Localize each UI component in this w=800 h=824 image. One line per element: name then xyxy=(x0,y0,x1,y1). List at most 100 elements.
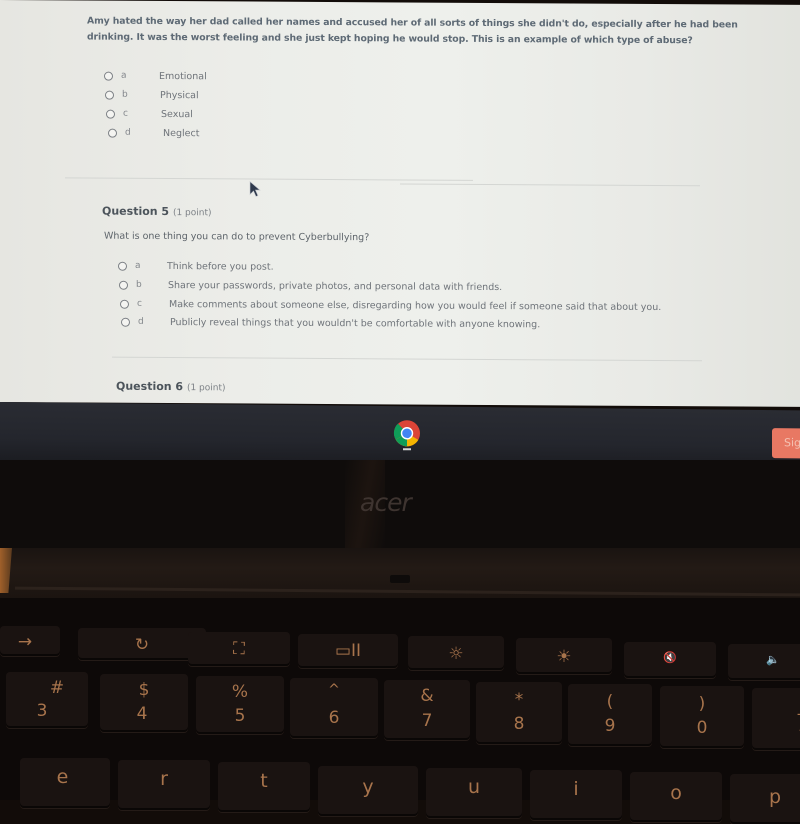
key-main-label: p xyxy=(768,786,782,808)
radio-button[interactable] xyxy=(108,128,117,138)
key-9[interactable]: ( 9 xyxy=(568,684,652,746)
option-letter: b xyxy=(122,89,128,100)
quiz-screen: Amy hated the way her dad called her nam… xyxy=(0,0,800,407)
option-label: Make comments about someone else, disreg… xyxy=(169,298,662,313)
key-main-label: e xyxy=(56,766,69,788)
key-main-label: t xyxy=(260,770,268,792)
question-divider xyxy=(112,356,702,362)
question-title: Question 5 xyxy=(102,204,170,219)
key-main-label: 9 xyxy=(604,716,616,736)
q5-option-d[interactable]: d Publicly reveal things that you wouldn… xyxy=(121,313,540,334)
question-divider xyxy=(65,177,473,181)
key-overview[interactable]: ▭II xyxy=(298,634,398,668)
key-main-label: 8 xyxy=(513,714,525,734)
option-label: Publicly reveal things that you wouldn't… xyxy=(170,316,541,330)
key-0[interactable]: ) 0 xyxy=(660,686,744,748)
radio-button[interactable] xyxy=(104,71,113,81)
sign-button[interactable]: Sig xyxy=(772,428,800,459)
brightness-down-icon: ☼ xyxy=(448,644,464,664)
q5-option-a[interactable]: a Think before you post. xyxy=(118,257,274,276)
key-forward[interactable]: → xyxy=(0,626,60,656)
question-4-text: Amy hated the way her dad called her nam… xyxy=(87,15,738,47)
option-label: Emotional xyxy=(159,70,207,82)
keyboard: → ↻ ⛶ ▭II ☼ ☀ 🔇 🔈 # 3 $ 4 % 5 ^ 6 & 7 * … xyxy=(0,598,800,824)
key-main-label: o xyxy=(670,782,682,804)
key-minus[interactable]: _ - xyxy=(752,688,800,750)
key-shift-label: ( xyxy=(606,692,614,712)
mute-icon: 🔇 xyxy=(663,651,677,664)
mouse-cursor-icon xyxy=(249,180,261,197)
key-o[interactable]: o xyxy=(630,772,722,822)
key-main-label: u xyxy=(467,776,481,798)
option-letter: c xyxy=(123,108,128,119)
q4-option-a[interactable]: a Emotional xyxy=(104,67,207,86)
option-letter: a xyxy=(135,260,141,271)
option-label: Sexual xyxy=(161,108,193,120)
question-6-heading: Question 6 (1 point) xyxy=(116,380,226,394)
radio-button[interactable] xyxy=(120,299,129,309)
key-brightness-up[interactable]: ☀ xyxy=(516,638,612,674)
key-main-label: - xyxy=(782,720,800,740)
key-main-label: i xyxy=(573,778,579,800)
key-shift-label: ^ xyxy=(328,682,340,698)
key-5[interactable]: % 5 xyxy=(196,676,284,734)
question-divider xyxy=(400,183,700,187)
key-shift-label: % xyxy=(231,682,249,702)
question-points: (1 point) xyxy=(172,208,212,219)
key-main-label: 3 xyxy=(36,701,48,721)
key-shift-label: & xyxy=(420,686,434,706)
key-main-label: 6 xyxy=(328,708,340,728)
overview-icon: ▭II xyxy=(334,641,362,661)
key-volume-down[interactable]: 🔈 xyxy=(728,644,800,680)
key-4[interactable]: $ 4 xyxy=(100,674,188,732)
key-shift-label: * xyxy=(514,690,524,710)
option-letter: d xyxy=(125,127,131,138)
key-8[interactable]: * 8 xyxy=(476,682,562,744)
key-y[interactable]: y xyxy=(318,766,418,816)
hinge-indicator xyxy=(390,575,410,583)
key-i[interactable]: i xyxy=(530,770,622,820)
key-u[interactable]: u xyxy=(426,768,522,818)
chrome-icon[interactable] xyxy=(393,419,421,447)
radio-button[interactable] xyxy=(106,109,115,119)
radio-button[interactable] xyxy=(118,261,127,271)
key-shift-label: ) xyxy=(698,694,706,714)
key-e[interactable]: e xyxy=(20,758,110,808)
key-refresh[interactable]: ↻ xyxy=(78,628,206,660)
radio-button[interactable] xyxy=(121,317,130,327)
key-fullscreen[interactable]: ⛶ xyxy=(188,632,290,666)
question-5-prompt: What is one thing you can do to prevent … xyxy=(104,230,370,244)
key-main-label: 0 xyxy=(696,718,708,738)
q4-option-d[interactable]: d Neglect xyxy=(108,124,199,143)
key-p[interactable]: p xyxy=(730,774,800,824)
q5-option-b[interactable]: b Share your passwords, private photos, … xyxy=(119,276,502,296)
radio-button[interactable] xyxy=(119,280,128,290)
forward-arrow-icon: → xyxy=(17,632,33,652)
volume-down-icon: 🔈 xyxy=(766,653,780,666)
key-r[interactable]: r xyxy=(118,760,210,810)
q4-option-c[interactable]: c Sexual xyxy=(106,105,193,124)
radio-button[interactable] xyxy=(105,90,114,100)
key-main-label: r xyxy=(160,768,168,790)
fullscreen-icon: ⛶ xyxy=(233,639,245,659)
key-3[interactable]: # 3 xyxy=(6,672,88,728)
key-main-label: 7 xyxy=(421,711,433,731)
option-letter: d xyxy=(138,316,144,327)
key-shift-label: # xyxy=(49,678,65,698)
question-points: (1 point) xyxy=(186,383,226,394)
key-6[interactable]: ^ 6 xyxy=(290,678,378,738)
active-app-indicator xyxy=(403,448,411,451)
brightness-up-icon: ☀ xyxy=(556,647,572,667)
q4-option-b[interactable]: b Physical xyxy=(105,86,199,105)
key-brightness-down[interactable]: ☼ xyxy=(408,636,504,670)
option-label: Physical xyxy=(160,89,199,101)
key-mute[interactable]: 🔇 xyxy=(624,642,716,678)
option-label: Share your passwords, private photos, an… xyxy=(168,279,503,293)
key-t[interactable]: t xyxy=(218,762,310,812)
acer-logo: acer xyxy=(360,488,412,517)
key-7[interactable]: & 7 xyxy=(384,680,470,740)
key-main-label: 5 xyxy=(234,706,246,726)
option-label: Neglect xyxy=(163,127,200,139)
key-main-label: 4 xyxy=(136,704,148,724)
option-letter: b xyxy=(136,279,142,290)
